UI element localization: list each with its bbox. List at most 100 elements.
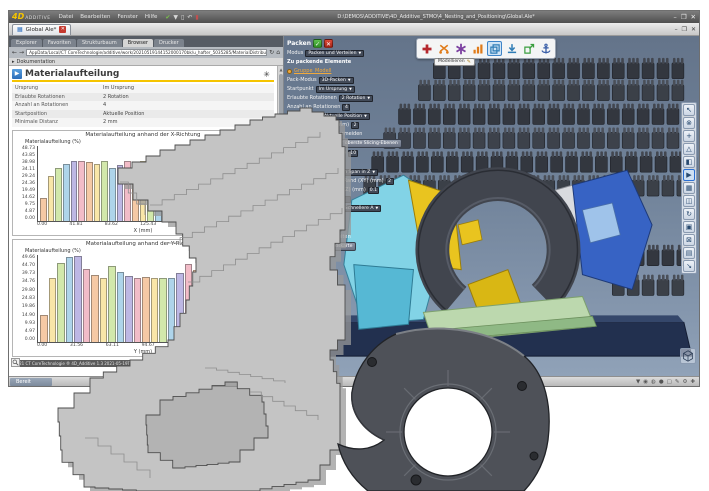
button-Positionsparameter für oberste Slicing-Ebenen[interactable]: Positionsparameter für oberste Slicing-E… — [287, 139, 402, 148]
doc-minimize-icon[interactable]: – — [675, 26, 678, 33]
dropdown-Packstrategie[interactable]: Plattform Span in Z▼ — [323, 169, 378, 176]
bar — [261, 278, 269, 342]
input-Abstand zum äußeren Rand (XY) (mm)[interactable]: 2 — [386, 178, 394, 185]
parameter-table: UrsprungIm UrsprungErlaubte Rotationen2 … — [12, 84, 274, 127]
snapshot-icon[interactable]: ▤ — [683, 247, 695, 259]
chart-ylabel: Materialaufteilung (%) — [15, 139, 271, 146]
button-Erweiterte Parameter[interactable]: Erweiterte Parameter — [287, 158, 344, 167]
input-Maximale Höhe (mm)[interactable] — [343, 196, 351, 203]
repair-tool-icon[interactable] — [419, 41, 434, 56]
menu-hilfe[interactable]: Hilfe — [145, 14, 158, 20]
dropdown-Pack-Modus[interactable]: 3D-Packen▼ — [319, 77, 354, 84]
apply-icon[interactable]: ✓ — [313, 39, 322, 48]
support-tool-icon[interactable] — [453, 41, 468, 56]
input-Minimaler Abstand (mm)[interactable]: 2 — [351, 122, 359, 129]
edit-icon[interactable]: ✎ — [675, 379, 680, 385]
tab-drucker[interactable]: Drucker — [154, 39, 184, 47]
close-view-icon[interactable]: ⊠ — [683, 234, 695, 246]
render-mode-icon[interactable]: ◍ — [651, 379, 656, 385]
input-Anzahl an Rotationen[interactable]: 4 — [342, 104, 350, 111]
refresh-icon[interactable]: ↻ — [269, 49, 274, 56]
menu-fenster[interactable]: Fenster — [117, 14, 137, 20]
expander-icon[interactable]: ▸ — [12, 59, 15, 65]
dropdown-Startpunkt[interactable]: Im Ursprung▼ — [316, 86, 355, 93]
tab-explorer[interactable]: Explorer — [11, 39, 42, 47]
scrollbar-thumb[interactable] — [279, 74, 283, 120]
bar — [178, 183, 185, 221]
zoom-icon[interactable] — [11, 358, 20, 367]
move-icon[interactable]: + — [683, 130, 695, 142]
group-link[interactable]: Gruppe_Modell — [294, 68, 331, 74]
forward-icon[interactable]: → — [19, 49, 24, 56]
document-tab[interactable]: ▦ Global Ale* ✕ — [12, 24, 71, 35]
analysis-tool-icon[interactable] — [470, 41, 485, 56]
select-arrow-icon[interactable]: ↖ — [683, 104, 695, 116]
check-doc-icon[interactable]: ✔ — [165, 14, 170, 21]
chart-ylabel: Materialaufteilung (%) — [15, 248, 271, 255]
menu-datei[interactable]: Datei — [59, 14, 74, 20]
filter-icon[interactable]: ▼ — [636, 379, 640, 385]
close-icon[interactable]: ✕ — [691, 13, 696, 21]
bar — [49, 278, 57, 341]
y-tick: 29.80 — [15, 288, 35, 293]
home-icon[interactable]: ⌂ — [276, 49, 280, 56]
measure-icon[interactable]: △ — [683, 143, 695, 155]
panel-scrollbar[interactable]: ▲ ▼ — [277, 66, 283, 376]
doc-restore-icon[interactable]: ❐ — [682, 26, 687, 33]
dropdown-Voxelgröße (%)[interactable]: 2.5% (Schnellere A▼ — [327, 205, 381, 212]
menu-bearbeiten[interactable]: Bearbeiten — [80, 14, 110, 20]
tab-browser[interactable]: Browser — [123, 39, 153, 47]
report-title: Materialaufteilung — [25, 69, 119, 79]
packen-row: Thermische Abstandskarte — [287, 242, 409, 251]
bar — [117, 165, 124, 220]
packen-row: Voxelgröße (%)2.5% (Schnellere A▼ — [287, 204, 409, 212]
tab-favoriten[interactable]: Favoriten — [43, 39, 76, 47]
dropdown-Startposition[interactable]: Aktuelle Position▼ — [321, 113, 370, 120]
restore-icon[interactable]: ❐ — [681, 13, 687, 21]
bar — [48, 176, 55, 221]
anchor-tool-icon[interactable] — [538, 41, 553, 56]
tab-strukturbaum[interactable]: Strukturbaum — [77, 39, 122, 47]
input-Abstand zur Plattform (Z) (mm)[interactable]: 0.1 — [368, 187, 379, 194]
undo-icon[interactable]: ↶ — [187, 14, 192, 21]
nesting-tool-icon[interactable] — [487, 41, 502, 56]
window-title: D:\DEMOS\ADDITIVE\4D_Additive_STMO\4_Nes… — [199, 14, 674, 20]
doc-close-icon[interactable]: ✕ — [691, 26, 696, 33]
camera-icon[interactable]: ▼ — [173, 14, 178, 21]
table-row: Anzahl an Rotationen4 — [12, 101, 274, 110]
deselect-icon[interactable]: ⊗ — [683, 117, 695, 129]
bar — [55, 168, 62, 221]
address-input[interactable]: AppData/Local/CT CoreTechnologie/additiv… — [26, 49, 267, 56]
active-view-icon[interactable]: ▶ — [683, 169, 695, 181]
origin-icon[interactable]: ✚ — [690, 379, 695, 385]
import-tool-icon[interactable] — [504, 41, 519, 56]
section-icon[interactable]: ◧ — [683, 156, 695, 168]
visibility-icon[interactable]: ◉ — [643, 379, 648, 385]
dropdown-Modus[interactable]: Packen und Verteilen▼ — [305, 50, 364, 57]
button-Parameter anpassen[interactable]: Parameter anpassen — [287, 223, 342, 232]
cut-tool-icon[interactable] — [436, 41, 451, 56]
shading-icon[interactable]: ● — [659, 379, 664, 385]
minimize-icon[interactable]: – — [673, 13, 676, 21]
pan-icon[interactable]: ↘ — [683, 260, 695, 272]
split-view-icon[interactable]: ◫ — [683, 195, 695, 207]
fit-view-icon[interactable]: ▣ — [683, 221, 695, 233]
button-Pack-Zone definieren[interactable]: Pack-Zone definieren — [287, 213, 344, 222]
documentation-row[interactable]: ▸ Dokumentation — [9, 58, 283, 66]
layout-icon[interactable]: ▯ — [181, 14, 184, 21]
viewport-3d[interactable]: Packen ✓ ✕ ModusPacken und Verteilen▼Zu … — [284, 36, 699, 376]
grid-view-icon[interactable]: ▦ — [683, 182, 695, 194]
cancel-icon[interactable]: ✕ — [324, 39, 333, 48]
dropdown-Erlaubte Rotationen[interactable]: 2 Rotation▼ — [339, 95, 373, 102]
back-icon[interactable]: ← — [12, 49, 17, 56]
view-cube[interactable] — [680, 348, 696, 364]
button-Thermische Abstandskarte[interactable]: Thermische Abstandskarte — [287, 242, 356, 251]
export-tool-icon[interactable] — [521, 41, 536, 56]
clipboard-icon[interactable]: ▢ — [667, 379, 672, 385]
document-close-icon[interactable]: ✕ — [59, 26, 66, 33]
bar — [193, 270, 201, 342]
settings-icon[interactable]: ⚙ — [682, 379, 687, 385]
checkbox[interactable] — [287, 132, 292, 137]
rotate-view-icon[interactable]: ↻ — [683, 208, 695, 220]
input-Skalierung erlaubte (%)[interactable]: 10 — [348, 150, 358, 157]
